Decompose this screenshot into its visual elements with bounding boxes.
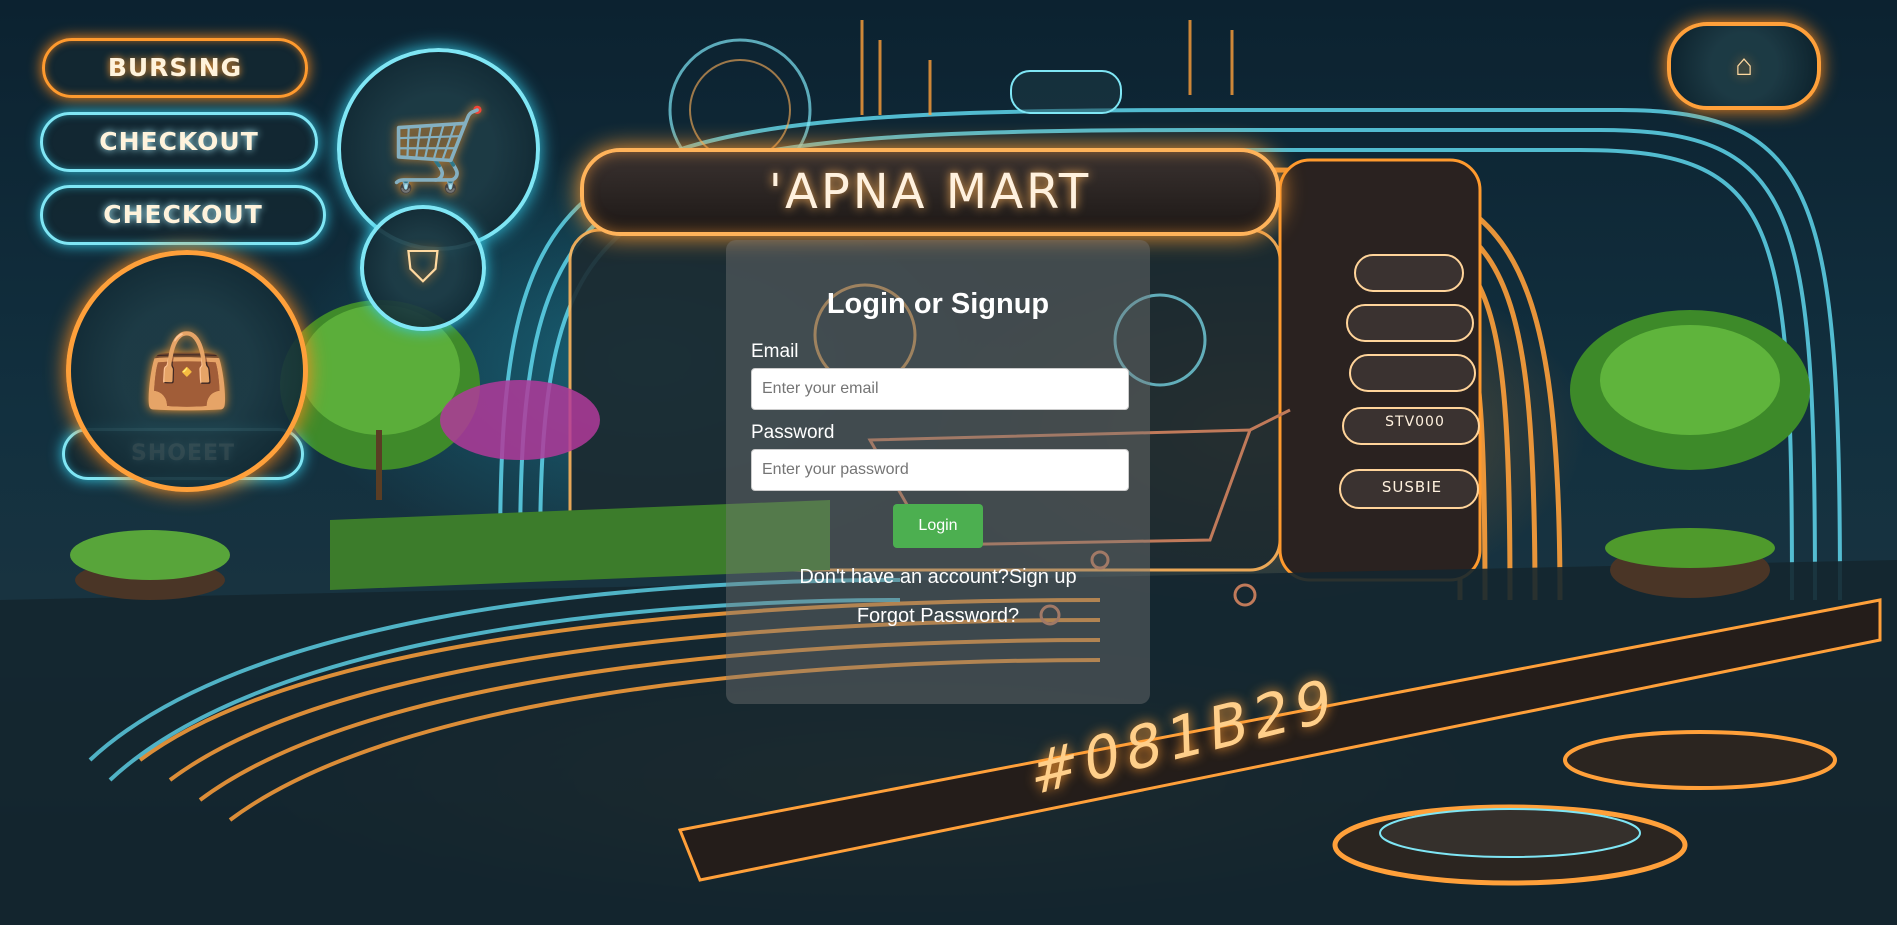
email-label: Email <box>751 341 799 362</box>
home-glyph: ⌂ <box>1734 49 1754 82</box>
target-icon <box>1010 70 1122 114</box>
login-button[interactable]: Login <box>893 504 983 548</box>
shield-glyph: ⛉ <box>406 243 440 292</box>
home-icon: ⌂ <box>1667 22 1821 110</box>
neon-label-checkout-2: CHECKOUT <box>40 185 326 245</box>
password-field[interactable] <box>751 449 1129 491</box>
password-label: Password <box>751 422 835 443</box>
login-card: Login or Signup Email Password Login Don… <box>726 240 1150 704</box>
forgot-password-line: Forgot Password? <box>751 605 1125 628</box>
shield-icon: ⛉ <box>360 205 486 331</box>
login-title: Login or Signup <box>826 288 1050 320</box>
store-sign: 'APNA MART <box>580 148 1280 236</box>
signup-prompt: Don't have an account? <box>799 566 1009 588</box>
signup-line: Don't have an account?Sign up <box>751 566 1125 589</box>
bag-glyph: 👜 <box>142 331 232 412</box>
cart-glyph: 🛒 <box>388 104 489 194</box>
login-page: BURSING CHECKOUT CHECKOUT SHOEET 🛒 ⛉ 👜 ⌂… <box>0 0 1897 925</box>
kiosk-label-1: STV000 <box>1385 414 1445 430</box>
kiosk-label-2: SUSBIE <box>1381 478 1443 496</box>
email-field[interactable] <box>751 368 1129 410</box>
signup-link[interactable]: Sign up <box>1009 566 1077 588</box>
forgot-password-link[interactable]: Forgot Password? <box>857 605 1019 627</box>
login-button-row: Login <box>751 504 1125 548</box>
neon-label-bursing: BURSING <box>42 38 308 98</box>
shopping-bag-icon: 👜 <box>66 250 308 492</box>
neon-label-checkout: CHECKOUT <box>40 112 318 172</box>
